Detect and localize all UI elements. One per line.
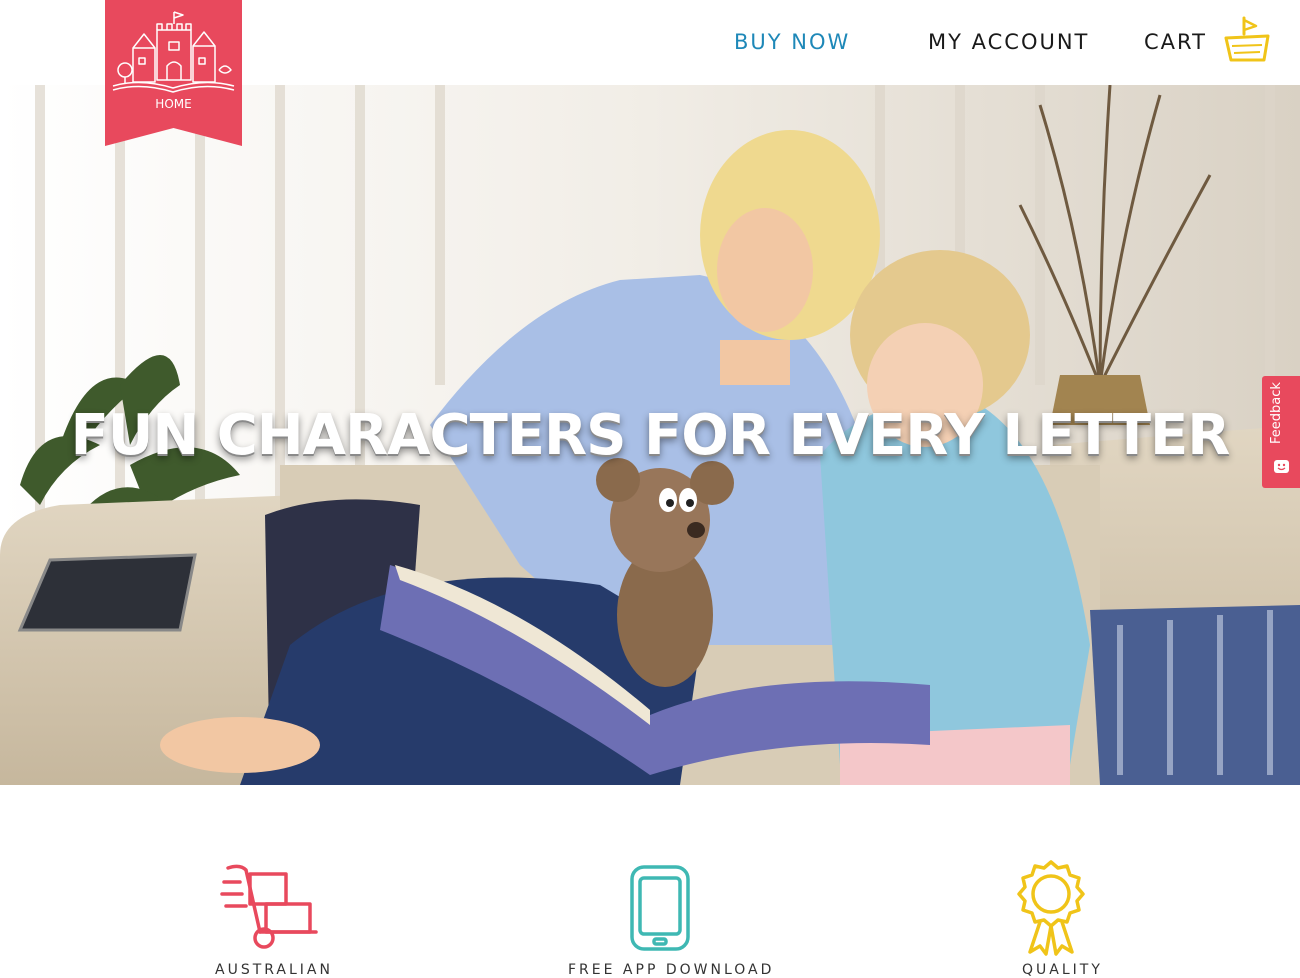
smiley-icon <box>1274 460 1289 473</box>
hero-title: FUN CHARACTERS FOR EVERY LETTER <box>70 403 1231 468</box>
my-account-link[interactable]: MY ACCOUNT <box>928 30 1089 54</box>
hand-truck-icon <box>220 864 318 949</box>
cart-link[interactable]: CART <box>1144 30 1207 54</box>
hero-banner: FUN CHARACTERS FOR EVERY LETTER <box>0 85 1300 785</box>
feature-label-free-app: FREE APP DOWNLOAD <box>568 962 775 978</box>
feature-label-quality: QUALITY <box>1022 962 1103 978</box>
feedback-tab[interactable]: Feedback <box>1262 376 1300 488</box>
feedback-label: Feedback <box>1269 382 1284 444</box>
basket-icon[interactable] <box>1222 16 1272 64</box>
home-logo-ribbon[interactable]: HOME <box>105 0 242 146</box>
castle-book-icon <box>105 0 242 146</box>
feature-label-australian: AUSTRALIAN <box>215 962 333 978</box>
home-label: HOME <box>155 97 192 111</box>
tablet-icon <box>630 865 690 951</box>
buy-now-link[interactable]: BUY NOW <box>734 30 850 54</box>
award-ribbon-icon <box>1017 860 1085 956</box>
